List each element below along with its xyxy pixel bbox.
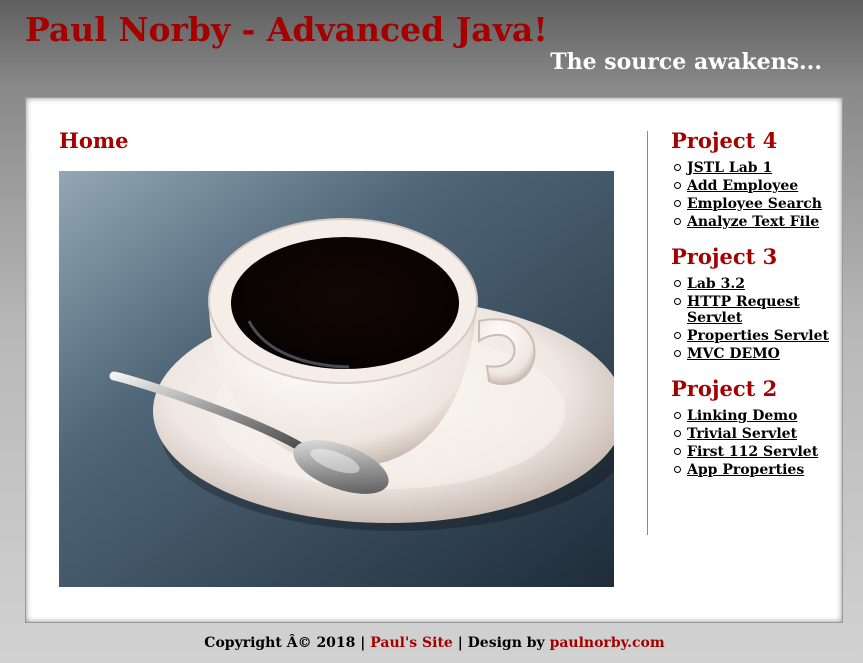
circle-bullet-icon bbox=[674, 218, 681, 225]
circle-bullet-icon bbox=[674, 332, 681, 339]
link-app-properties[interactable]: App Properties bbox=[687, 462, 804, 478]
link-properties-servlet[interactable]: Properties Servlet bbox=[687, 328, 829, 344]
list-item: Lab 3.2 bbox=[671, 276, 839, 292]
list-item: Trivial Servlet bbox=[671, 426, 839, 442]
pauls-site-link[interactable]: Paul's Site bbox=[370, 635, 453, 651]
link-jstl-lab-1[interactable]: JSTL Lab 1 bbox=[687, 160, 772, 176]
link-add-employee[interactable]: Add Employee bbox=[687, 178, 798, 194]
list-item: Add Employee bbox=[671, 178, 839, 194]
site-tagline: The source awakens... bbox=[550, 49, 822, 75]
project-2-list: Linking Demo Trivial Servlet First 112 S… bbox=[671, 408, 839, 478]
circle-bullet-icon bbox=[674, 298, 681, 305]
link-linking-demo[interactable]: Linking Demo bbox=[687, 408, 797, 424]
link-mvc-demo[interactable]: MVC DEMO bbox=[687, 346, 780, 362]
circle-bullet-icon bbox=[674, 448, 681, 455]
list-item: App Properties bbox=[671, 462, 839, 478]
link-analyze-text-file[interactable]: Analyze Text File bbox=[687, 214, 819, 230]
list-item: Employee Search bbox=[671, 196, 839, 212]
list-item: Analyze Text File bbox=[671, 214, 839, 230]
footer: Copyright Â© 2018 | Paul's Site | Design… bbox=[0, 633, 863, 653]
link-lab-3-2[interactable]: Lab 3.2 bbox=[687, 276, 745, 292]
sidebar: Project 4 JSTL Lab 1 Add Employee Employ… bbox=[671, 126, 839, 490]
page-heading: Home bbox=[59, 128, 129, 153]
list-item: Properties Servlet bbox=[671, 328, 839, 344]
circle-bullet-icon bbox=[674, 430, 681, 437]
list-item: JSTL Lab 1 bbox=[671, 160, 839, 176]
circle-bullet-icon bbox=[674, 164, 681, 171]
circle-bullet-icon bbox=[674, 412, 681, 419]
circle-bullet-icon bbox=[674, 280, 681, 287]
project-3-heading: Project 3 bbox=[671, 244, 778, 269]
link-http-request-servlet[interactable]: HTTP Request Servlet bbox=[687, 294, 800, 326]
circle-bullet-icon bbox=[674, 466, 681, 473]
content-box: Home Project 4 JSTL Lab 1 Add Employee E… bbox=[25, 97, 843, 623]
site-title: Paul Norby - Advanced Java! bbox=[25, 10, 548, 49]
project-2-heading: Project 2 bbox=[671, 376, 778, 401]
coffee-cup-image bbox=[59, 171, 614, 587]
copyright-text: Copyright Â© 2018 | bbox=[204, 635, 366, 651]
link-employee-search[interactable]: Employee Search bbox=[687, 196, 822, 212]
list-item: Linking Demo bbox=[671, 408, 839, 424]
design-by-text: | Design by bbox=[457, 635, 545, 651]
list-item: HTTP Request Servlet bbox=[671, 294, 839, 326]
project-3-list: Lab 3.2 HTTP Request Servlet Properties … bbox=[671, 276, 839, 362]
sidebar-divider bbox=[647, 131, 648, 535]
link-trivial-servlet[interactable]: Trivial Servlet bbox=[687, 426, 797, 442]
circle-bullet-icon bbox=[674, 200, 681, 207]
list-item: MVC DEMO bbox=[671, 346, 839, 362]
list-item: First 112 Servlet bbox=[671, 444, 839, 460]
circle-bullet-icon bbox=[674, 350, 681, 357]
project-4-list: JSTL Lab 1 Add Employee Employee Search … bbox=[671, 160, 839, 230]
circle-bullet-icon bbox=[674, 182, 681, 189]
designer-link[interactable]: paulnorby.com bbox=[550, 635, 665, 651]
project-4-heading: Project 4 bbox=[671, 128, 778, 153]
link-first-112-servlet[interactable]: First 112 Servlet bbox=[687, 444, 818, 460]
